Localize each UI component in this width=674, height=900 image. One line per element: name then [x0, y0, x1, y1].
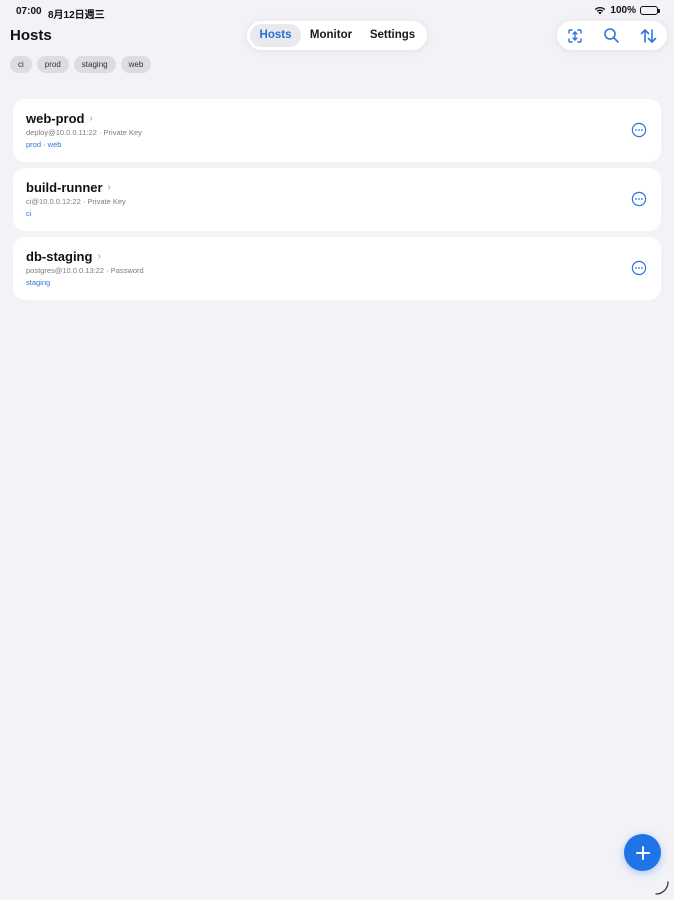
- status-bar: 07:00 8月12日週三 100%: [0, 0, 674, 22]
- add-host-button[interactable]: [624, 834, 661, 871]
- host-address: ci@10.0.0.12:22: [26, 197, 81, 206]
- filter-chip-prod[interactable]: prod: [36, 56, 69, 73]
- chevron-right-icon: ›: [107, 182, 111, 193]
- status-indicators: 100%: [594, 5, 660, 16]
- window-resize-handle[interactable]: [654, 880, 670, 896]
- host-auth-method: Password: [110, 266, 144, 275]
- sort-icon: [640, 28, 657, 43]
- chevron-right-icon: ›: [97, 251, 101, 262]
- ellipsis-circle-icon: [631, 191, 647, 207]
- host-card-web-prod[interactable]: web-prod › deploy@10.0.0.11:22 · Private…: [13, 99, 661, 162]
- host-list: web-prod › deploy@10.0.0.11:22 · Private…: [13, 99, 661, 306]
- status-date: 8月12日週三: [48, 10, 105, 21]
- view-segmented-control: Hosts Monitor Settings: [247, 21, 427, 50]
- host-auth-method: Private Key: [87, 197, 126, 206]
- host-card-build-runner[interactable]: build-runner › ci@10.0.0.12:22 · Private…: [13, 168, 661, 231]
- page-title: Hosts: [10, 27, 52, 44]
- sort-button[interactable]: [637, 24, 661, 48]
- host-tags: staging: [26, 278, 51, 287]
- tag-filter-bar: ci prod staging web: [10, 56, 152, 73]
- search-button[interactable]: [600, 24, 624, 48]
- host-card-db-staging[interactable]: db-staging › postgres@10.0.0.13:22 · Pas…: [13, 237, 661, 300]
- filter-chip-staging[interactable]: staging: [73, 56, 116, 73]
- ellipsis-circle-icon: [631, 122, 647, 138]
- host-auth-method: Private Key: [103, 128, 142, 137]
- host-connection: deploy@10.0.0.11:22 · Private Key: [26, 128, 142, 137]
- more-options-button[interactable]: [631, 122, 647, 138]
- select-icon: [568, 28, 583, 43]
- tab-hosts[interactable]: Hosts: [250, 24, 301, 47]
- more-options-button[interactable]: [631, 260, 647, 276]
- toolbar: [557, 21, 667, 50]
- battery-icon: [640, 6, 660, 15]
- resize-corner-icon: [655, 881, 669, 895]
- host-name: build-runner: [26, 180, 103, 195]
- search-icon: [604, 28, 620, 43]
- host-address: postgres@10.0.0.13:22: [26, 266, 105, 275]
- more-options-button[interactable]: [631, 191, 647, 207]
- tab-monitor[interactable]: Monitor: [301, 24, 361, 47]
- host-name: db-staging: [26, 249, 93, 264]
- wifi-icon: [594, 6, 606, 15]
- host-tags: prod · web: [26, 140, 62, 149]
- select-button[interactable]: [563, 24, 587, 48]
- plus-icon: [635, 845, 650, 860]
- host-connection: postgres@10.0.0.13:22 · Password: [26, 266, 144, 275]
- ellipsis-circle-icon: [631, 260, 647, 276]
- filter-chip-ci[interactable]: ci: [10, 56, 32, 73]
- host-tags: ci: [26, 209, 32, 218]
- host-name: web-prod: [26, 111, 85, 126]
- tab-settings[interactable]: Settings: [361, 24, 424, 47]
- host-address: deploy@10.0.0.11:22: [26, 128, 97, 137]
- host-connection: ci@10.0.0.12:22 · Private Key: [26, 197, 126, 206]
- chevron-right-icon: ›: [89, 113, 93, 124]
- status-time: 07:00: [16, 6, 42, 17]
- filter-chip-web[interactable]: web: [120, 56, 152, 73]
- battery-percent: 100%: [610, 5, 636, 16]
